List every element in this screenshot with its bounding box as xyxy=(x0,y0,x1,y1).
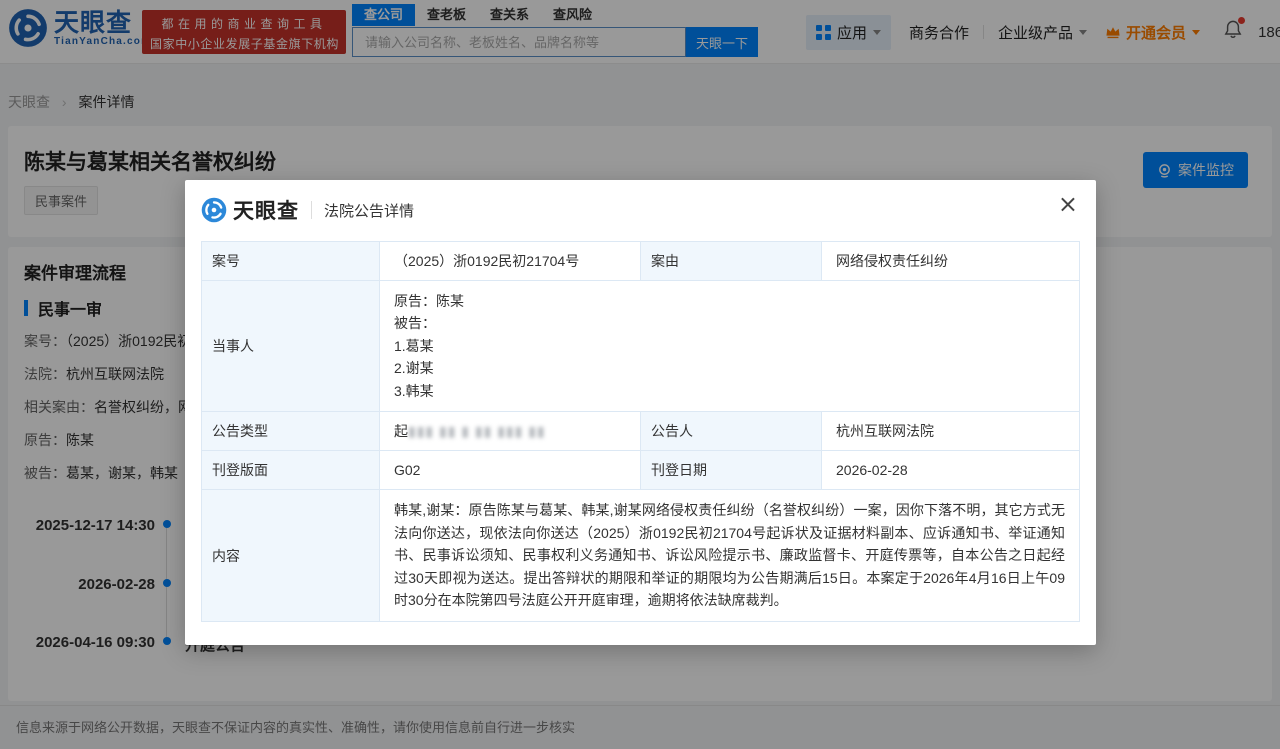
publish-date-value: 2026-02-28 xyxy=(821,450,1080,491)
announcement-type-label: 公告类型 xyxy=(201,411,380,452)
court-announcement-modal: 天眼查 法院公告详情 × 案号 （2025）浙0192民初21704号 案由 网… xyxy=(185,180,1096,645)
announcer-value: 杭州互联网法院 xyxy=(821,411,1080,452)
table-row: 当事人 原告：陈某 被告： 1.葛某 2.谢某 3.韩某 xyxy=(201,279,1080,413)
tianyancha-logo-icon xyxy=(201,197,227,223)
cause-value: 网络侵权责任纠纷 xyxy=(821,241,1080,281)
case-number-value: （2025）浙0192民初21704号 xyxy=(379,241,641,281)
close-icon[interactable]: × xyxy=(1058,192,1078,216)
table-row: 案号 （2025）浙0192民初21704号 案由 网络侵权责任纠纷 xyxy=(201,241,1080,281)
table-row: 公告类型 起▮▮▮ ▮▮ ▮ ▮▮ ▮▮▮ ▮▮ 公告人 杭州互联网法院 xyxy=(201,411,1080,452)
announcement-detail-table: 案号 （2025）浙0192民初21704号 案由 网络侵权责任纠纷 当事人 原… xyxy=(201,241,1080,622)
announcer-label: 公告人 xyxy=(640,411,822,452)
modal-title: 法院公告详情 xyxy=(324,202,415,220)
content-value: 韩某,谢某：原告陈某与葛某、韩某,谢某网络侵权责任纠纷（名誉权纠纷）一案，因你下… xyxy=(379,489,1080,622)
redacted-text: ▮▮▮ ▮▮ ▮ ▮▮ ▮▮▮ ▮▮ xyxy=(408,423,546,440)
modal-brand: 天眼查 xyxy=(233,200,299,223)
publish-date-label: 刊登日期 xyxy=(640,450,822,491)
modal-brand-divider xyxy=(311,201,312,219)
table-row: 内容 韩某,谢某：原告陈某与葛某、韩某,谢某网络侵权责任纠纷（名誉权纠纷）一案，… xyxy=(201,489,1080,622)
publish-page-value: G02 xyxy=(379,450,641,491)
modal-header: 天眼查 法院公告详情 xyxy=(185,180,1096,237)
publish-page-label: 刊登版面 xyxy=(201,450,380,491)
parties-value: 原告：陈某 被告： 1.葛某 2.谢某 3.韩某 xyxy=(379,279,1080,413)
cause-label: 案由 xyxy=(640,241,822,281)
case-number-label: 案号 xyxy=(201,241,380,281)
content-label: 内容 xyxy=(201,489,380,622)
table-row: 刊登版面 G02 刊登日期 2026-02-28 xyxy=(201,450,1080,491)
announcement-type-value: 起▮▮▮ ▮▮ ▮ ▮▮ ▮▮▮ ▮▮ xyxy=(379,411,641,452)
parties-label: 当事人 xyxy=(201,279,380,413)
